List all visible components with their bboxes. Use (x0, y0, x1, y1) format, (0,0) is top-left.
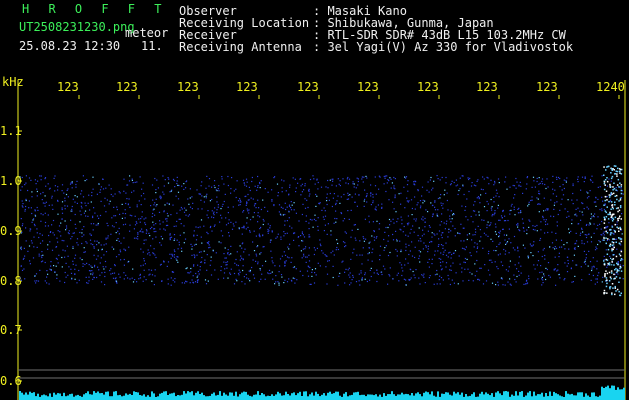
time-ticks (78, 95, 620, 99)
freq-ticks (18, 130, 22, 382)
noise-band (19, 175, 624, 286)
power-bar (19, 385, 625, 400)
spectrogram-plot (17, 80, 626, 400)
